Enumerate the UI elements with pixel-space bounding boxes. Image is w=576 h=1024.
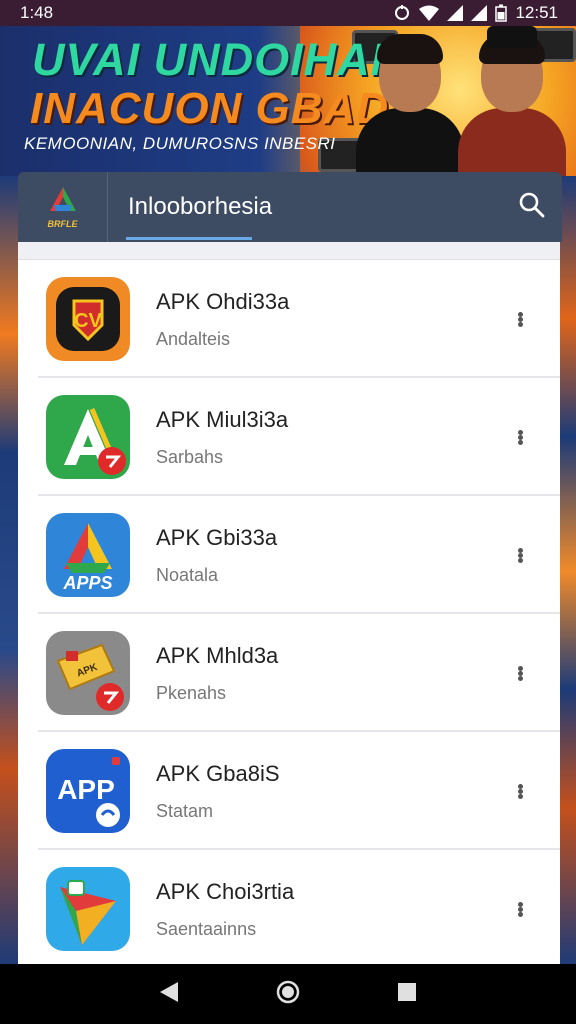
app-subtitle: Pkenahs: [156, 682, 227, 703]
battery-icon: [495, 4, 508, 22]
back-icon[interactable]: [158, 980, 180, 1009]
list-item[interactable]: APK Miul3i3a Sarbahs: [18, 378, 560, 496]
more-options-button[interactable]: [490, 761, 550, 821]
app-subtitle: Saentaainns: [156, 918, 257, 939]
signal-icon: [471, 5, 488, 21]
svg-text:APPS: APPS: [62, 573, 112, 593]
svg-text:CV: CV: [74, 310, 102, 332]
system-nav-bar: [0, 964, 576, 1024]
app-name: APK Gba8iS: [156, 760, 280, 786]
more-vert-icon: [517, 665, 523, 681]
more-options-button[interactable]: [490, 289, 550, 349]
page-title: Inlooborhesia: [128, 193, 273, 220]
app-logo[interactable]: BRFLE: [18, 172, 108, 242]
app-subtitle: Sarbahs: [156, 446, 224, 467]
app-name: APK Choi3rtia: [156, 878, 295, 904]
signal-icon: [447, 5, 464, 21]
logo-icon: [46, 185, 80, 218]
wifi-icon: [419, 5, 440, 21]
more-options-button[interactable]: [490, 525, 550, 585]
shield-badge-icon: CV: [46, 277, 130, 361]
more-options-button[interactable]: [490, 643, 550, 703]
recents-icon[interactable]: [396, 981, 418, 1008]
app-name: APK Ohdi33a: [156, 288, 290, 314]
app-name: APK Mhld3a: [156, 642, 279, 668]
app-name: APK Gbi33a: [156, 524, 278, 550]
svg-text:APP: APP: [57, 774, 115, 805]
banner-headline: UVAI UNDOIHAN: [32, 34, 405, 85]
tab-indicator: [126, 237, 252, 240]
app-text-icon: APP: [46, 749, 130, 833]
more-vert-icon: [517, 429, 523, 445]
app-title-tab[interactable]: Inlooborhesia: [126, 172, 502, 242]
logo-text: BRFLE: [47, 219, 78, 229]
paper-plane-icon: [46, 867, 130, 951]
more-vert-icon: [517, 311, 523, 327]
more-vert-icon: [517, 783, 523, 799]
app-name: APK Miul3i3a: [156, 406, 289, 432]
background-decor: [558, 176, 576, 966]
app-subtitle: Statam: [156, 800, 214, 821]
sync-icon: [393, 4, 411, 22]
home-icon[interactable]: [275, 979, 301, 1010]
more-vert-icon: [517, 901, 523, 917]
app-bar: BRFLE Inlooborhesia: [18, 172, 562, 242]
more-options-button[interactable]: [490, 879, 550, 939]
status-bar: 1:48 12:51: [0, 0, 576, 26]
status-icons: 12:51: [393, 3, 558, 23]
banner-person: [356, 34, 464, 176]
status-time-left: 1:48: [20, 3, 54, 22]
list-item[interactable]: APP APK Gba8iS Statam: [18, 732, 560, 850]
banner-subheadline: INACUON GBAD: [30, 84, 390, 133]
banner-tagline: KEMOONIAN, DUMUROSNS INBESRI: [24, 134, 336, 153]
letter-a-icon: [46, 395, 130, 479]
list-header-strip: [18, 242, 560, 260]
search-icon: [518, 191, 546, 224]
promo-banner[interactable]: UVAI UNDOIHAN INACUON GBAD KEMOONIAN, DU…: [0, 26, 576, 176]
status-time-right: 12:51: [515, 3, 558, 22]
list-item[interactable]: APPS APK Gbi33a Noatala: [18, 496, 560, 614]
app-list: CV APK Ohdi33a Andalteis APK Miul3i3a Sa…: [18, 242, 560, 964]
app-subtitle: Noatala: [156, 564, 219, 585]
flag-icon: APK: [46, 631, 130, 715]
search-button[interactable]: [502, 172, 562, 242]
list-item[interactable]: APK APK Mhld3a Pkenahs: [18, 614, 560, 732]
banner-person: [458, 26, 566, 176]
apps-icon: APPS: [46, 513, 130, 597]
app-subtitle: Andalteis: [156, 328, 231, 349]
more-vert-icon: [517, 547, 523, 563]
list-item[interactable]: APK Choi3rtia Saentaainns: [18, 850, 560, 964]
list-item[interactable]: CV APK Ohdi33a Andalteis: [18, 260, 560, 378]
more-options-button[interactable]: [490, 407, 550, 467]
